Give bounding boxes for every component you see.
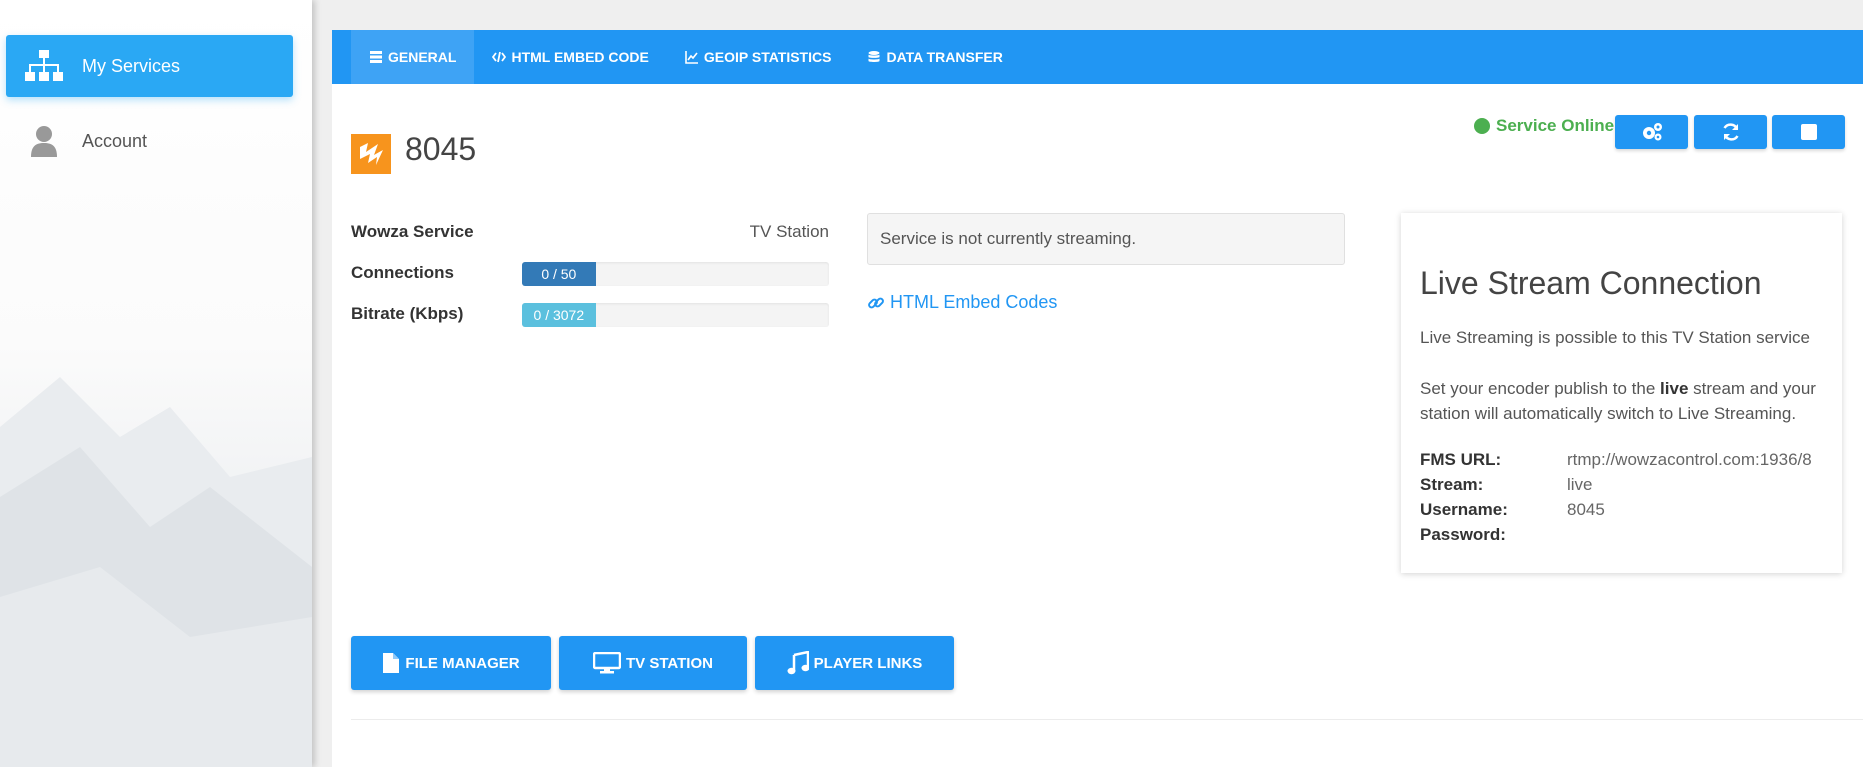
- wowza-service-row: Wowza Service TV Station: [332, 222, 829, 252]
- username-label: Username:: [1420, 500, 1508, 519]
- tab-label: DATA TRANSFER: [886, 49, 1003, 65]
- sidebar: My Services Account: [0, 0, 312, 767]
- bitrate-progress-bar: 0 / 3072: [522, 303, 829, 327]
- tab-general[interactable]: GENERAL: [351, 30, 475, 84]
- fms-url-row: FMS URL: rtmp://wowzacontrol.com:1936/8: [1420, 450, 1812, 470]
- wowza-logo: [351, 134, 391, 174]
- fms-url-value: rtmp://wowzacontrol.com:1936/8: [1567, 450, 1812, 469]
- stream-value: live: [1567, 475, 1593, 494]
- tab-geoip-statistics[interactable]: GEOIP STATISTICS: [667, 30, 850, 84]
- tab-label: GEOIP STATISTICS: [703, 49, 832, 65]
- tab-label: GENERAL: [388, 49, 457, 65]
- cogs-icon: [1642, 123, 1662, 141]
- main-panel: GENERAL HTML EMBED CODE GEOIP STATISTICS…: [332, 30, 1863, 767]
- stop-button[interactable]: [1772, 115, 1845, 149]
- connections-label: Connections: [351, 263, 454, 282]
- fms-url-label: FMS URL:: [1420, 450, 1502, 469]
- background-mountain-image: [0, 377, 312, 767]
- username-row: Username: 8045: [1420, 500, 1605, 520]
- password-row: Password:: [1420, 525, 1567, 545]
- player-links-button[interactable]: PLAYER LINKS: [755, 636, 954, 690]
- button-label: TV STATION: [626, 654, 713, 672]
- tab-data-transfer[interactable]: DATA TRANSFER: [849, 30, 1020, 84]
- bitrate-label: Bitrate (Kbps): [351, 304, 464, 323]
- button-label: PLAYER LINKS: [813, 654, 923, 672]
- status-text: Service Online: [1496, 116, 1615, 135]
- password-label: Password:: [1420, 525, 1506, 544]
- card-instructions: Set your encoder publish to the live str…: [1420, 376, 1830, 426]
- sitemap-icon: [6, 50, 82, 82]
- tab-label: HTML EMBED CODE: [511, 49, 649, 65]
- settings-button[interactable]: [1615, 115, 1688, 149]
- wowza-service-value: TV Station: [749, 222, 829, 241]
- html-embed-codes-link[interactable]: HTML Embed Codes: [867, 292, 1057, 313]
- link-label: HTML Embed Codes: [890, 292, 1058, 312]
- button-label: FILE MANAGER: [405, 654, 520, 672]
- streaming-notice: Service is not currently streaming.: [867, 213, 1345, 265]
- instructions-bold: live: [1660, 379, 1689, 398]
- stream-row: Stream: live: [1420, 475, 1593, 495]
- connections-progress-fill: 0 / 50: [522, 262, 596, 286]
- music-icon: [787, 651, 809, 675]
- bitrate-progress-fill: 0 / 3072: [522, 303, 596, 327]
- sidebar-item-label: Account: [82, 130, 148, 151]
- database-icon: [370, 51, 382, 63]
- file-manager-button[interactable]: FILE MANAGER: [351, 636, 551, 690]
- link-icon: [868, 297, 884, 308]
- stream-label: Stream:: [1420, 475, 1484, 494]
- chart-line-icon: [685, 51, 698, 64]
- stop-icon: [1800, 124, 1817, 140]
- tab-bar: GENERAL HTML EMBED CODE GEOIP STATISTICS…: [332, 30, 1863, 84]
- sidebar-item-account[interactable]: Account: [6, 110, 293, 172]
- username-value: 8045: [1567, 500, 1605, 519]
- tv-station-button[interactable]: TV STATION: [559, 636, 747, 690]
- tab-html-embed-code[interactable]: HTML EMBED CODE: [474, 30, 666, 84]
- code-icon: [492, 51, 507, 63]
- divider: [351, 719, 1863, 720]
- connections-progress-bar: 0 / 50: [522, 262, 829, 286]
- database-icon: [868, 51, 880, 62]
- refresh-icon: [1722, 123, 1739, 141]
- user-icon: [6, 125, 82, 157]
- sidebar-item-label: My Services: [82, 55, 181, 76]
- status-badge: Service Online: [1474, 116, 1614, 136]
- live-stream-card: Live Stream Connection Live Streaming is…: [1401, 213, 1842, 573]
- page-title: 8045: [405, 131, 477, 167]
- instructions-text: Set your encoder publish to the: [1420, 379, 1661, 398]
- sidebar-item-my-services[interactable]: My Services: [6, 35, 293, 97]
- online-indicator-icon: [1474, 118, 1490, 134]
- wowza-service-label: Wowza Service: [351, 222, 474, 241]
- card-title: Live Stream Connection: [1420, 265, 1762, 301]
- card-description: Live Streaming is possible to this TV St…: [1420, 328, 1810, 347]
- desktop-icon: [593, 652, 622, 674]
- file-icon: [383, 653, 400, 673]
- restart-button[interactable]: [1694, 115, 1767, 149]
